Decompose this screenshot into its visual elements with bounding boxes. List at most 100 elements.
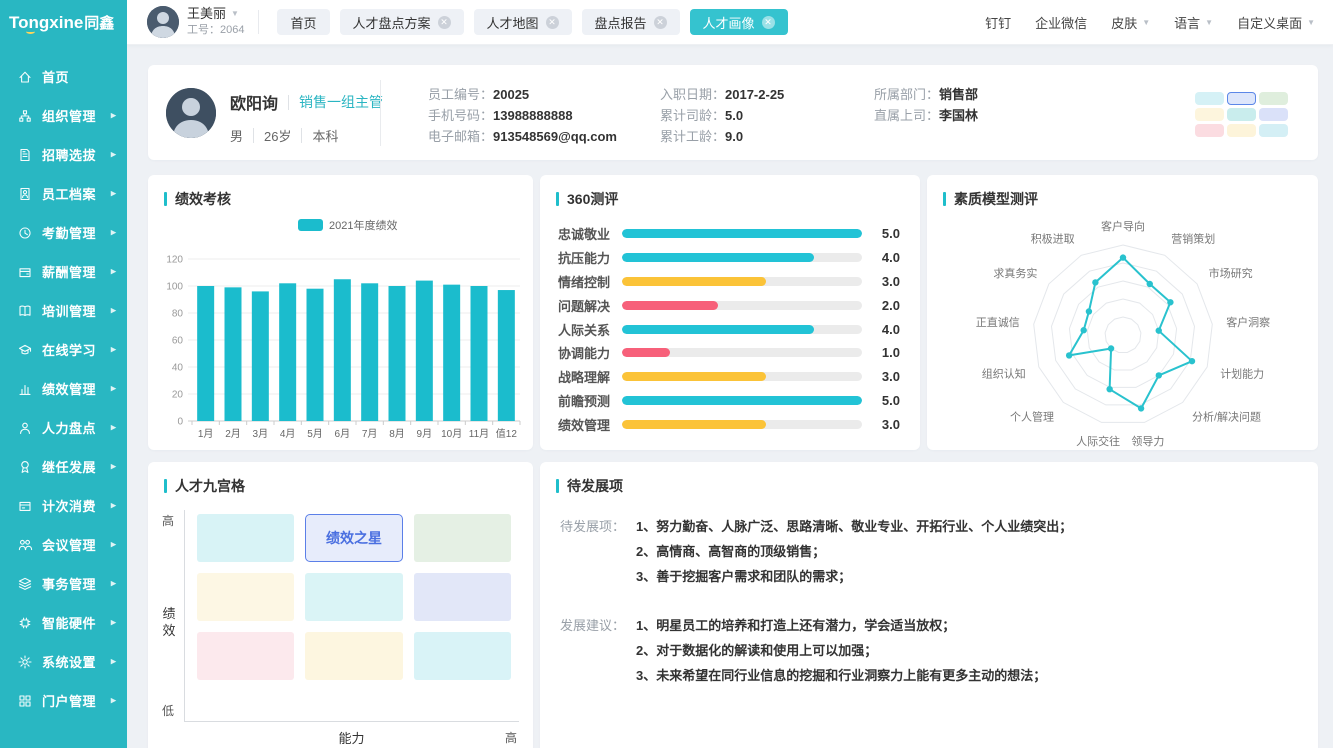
chevron-right-icon: ▶ [111, 657, 117, 666]
review-360-label: 绩效管理 [558, 415, 618, 434]
topbar-menu-皮肤[interactable]: 皮肤▼ [1111, 13, 1150, 32]
topbar-right-menu: 钉钉 企业微信 皮肤▼ 语言▼ 自定义桌面▼ [985, 13, 1315, 32]
sidebar-item-label: 组织管理 [42, 106, 96, 125]
close-icon[interactable]: ✕ [438, 16, 451, 29]
tab-首页[interactable]: 首页 [277, 9, 329, 35]
performance-bar-chart: 2021年度绩效0204060801001201月2月3月4月5月6月7月8月9… [148, 209, 533, 449]
tab-label: 盘点报告 [595, 13, 647, 32]
sidebar-item-label: 首页 [42, 67, 69, 86]
tab-人才地图[interactable]: 人才地图✕ [474, 9, 572, 35]
sidebar-item-hardware[interactable]: 智能硬件▶ [0, 603, 127, 642]
svg-text:3月: 3月 [253, 428, 269, 440]
employee-field: 电子邮箱：913548569@qq.com [428, 130, 617, 144]
mini-grid-cell [1195, 92, 1224, 105]
sidebar-item-label: 门户管理 [42, 691, 96, 710]
development-section: 待发展项：1、努力勤奋、人脉广泛、思路清晰、敬业专业、开拓行业、个人业绩突出；2… [560, 514, 1294, 589]
sidebar-item-affairs[interactable]: 事务管理▶ [0, 564, 127, 603]
tab-盘点报告[interactable]: 盘点报告 ✕ [582, 9, 680, 35]
sidebar-item-consume[interactable]: 计次消费▶ [0, 486, 127, 525]
sidebar-item-org[interactable]: 组织管理▶ [0, 96, 127, 135]
review-360-list: 忠诚敬业5.0抗压能力4.0情绪控制3.0问题解决2.0人际关系4.0 协调能力 1… [540, 209, 920, 436]
user-employee-no: 工号：2064 [187, 23, 244, 37]
topbar-menu-自定义桌面[interactable]: 自定义桌面▼ [1237, 13, 1315, 32]
review-360-track [622, 253, 862, 262]
employee-field: 所属部门：销售部 [874, 88, 978, 102]
sidebar-item-elearn[interactable]: 在线学习▶ [0, 330, 127, 369]
competency-card-title: 素质模型测评 [954, 189, 1038, 209]
review-360-label: 战略理解 [558, 367, 618, 386]
review-360-track [622, 396, 862, 405]
sidebar-item-label: 绩效管理 [42, 379, 96, 398]
review-360-bar [622, 253, 814, 262]
topbar-divider [258, 10, 259, 34]
topbar-menu-钉钉[interactable]: 钉钉 [985, 13, 1011, 32]
sidebar-item-settings[interactable]: 系统设置▶ [0, 642, 127, 681]
sidebar-item-salary[interactable]: 薪酬管理▶ [0, 252, 127, 291]
user-menu[interactable]: 王美丽 ▼ 工号：2064 [147, 6, 244, 38]
review-360-row: 情绪控制3.0 [558, 270, 900, 294]
review-360-value: 1.0 [874, 345, 900, 360]
mini-grid-cell [1227, 108, 1256, 121]
close-icon[interactable]: ✕ [654, 16, 667, 29]
topbar-menu-语言[interactable]: 语言▼ [1174, 13, 1213, 32]
development-section-lines: 1、明星员工的培养和打造上还有潜力，学会适当放权；2、对于数据化的解读和使用上可… [636, 613, 1046, 688]
review-360-card: 360测评 忠诚敬业5.0抗压能力4.0情绪控制3.0问题解决2.0人际关系4.… [540, 175, 920, 450]
review-360-value: 3.0 [874, 274, 900, 289]
review-360-row: 忠诚敬业5.0 [558, 222, 900, 246]
employee-education: 本科 [312, 126, 338, 145]
sidebar-item-succession[interactable]: 继任发展▶ [0, 447, 127, 486]
review-360-value: 5.0 [874, 226, 900, 241]
chevron-right-icon: ▶ [111, 384, 117, 393]
salary-icon [17, 264, 33, 280]
employee-info-col-1: 员工编号：20025手机号码：13988888888电子邮箱：913548569… [428, 88, 617, 144]
sidebar-item-home[interactable]: 首页 [0, 57, 127, 96]
tab-label: 首页 [290, 13, 316, 32]
review-360-label: 抗压能力 [558, 248, 618, 267]
svg-text:6月: 6月 [335, 428, 351, 440]
sidebar-item-portal[interactable]: 门户管理▶ [0, 681, 127, 720]
sidebar-item-meeting[interactable]: 会议管理▶ [0, 525, 127, 564]
performance-card: 绩效考核 2021年度绩效0204060801001201月2月3月4月5月6月… [148, 175, 533, 450]
sidebar-item-recruit[interactable]: 招聘选拔▶ [0, 135, 127, 174]
brand-logo[interactable]: Tongxine同鑫 [0, 0, 127, 45]
nine-grid-cell [414, 514, 511, 562]
nine-grid-y-axis-label: 绩效 [162, 605, 176, 639]
radar-axis-label: 人际交往 [1076, 434, 1120, 448]
review-360-row: 人际关系4.0 [558, 317, 900, 341]
sidebar-item-label: 薪酬管理 [42, 262, 96, 281]
sidebar-item-label: 招聘选拔 [42, 145, 96, 164]
tab-人才盘点方案[interactable]: 人才盘点方案✕ [340, 9, 464, 35]
radar-axis-label: 营销策划 [1171, 232, 1215, 246]
tab-人才画像[interactable]: 人才画像 ✕ [690, 9, 788, 35]
sidebar-item-performance[interactable]: 绩效管理 ▶ [0, 369, 127, 408]
bar-6月 [334, 279, 351, 421]
development-section-label: 待发展项： [560, 514, 636, 589]
close-icon[interactable]: ✕ [762, 16, 775, 29]
close-icon[interactable]: ✕ [546, 16, 559, 29]
employee-field: 员工编号：20025 [428, 88, 617, 102]
employee-basics: 男 26岁 本科 [230, 126, 383, 145]
tab-label: 人才画像 [703, 13, 755, 32]
review-360-value: 2.0 [874, 298, 900, 313]
chevron-down-icon: ▼ [1205, 18, 1213, 27]
sidebar-item-archive[interactable]: 员工档案▶ [0, 174, 127, 213]
review-360-bar [622, 348, 670, 357]
bar-2月 [225, 287, 242, 421]
user-avatar [147, 6, 179, 38]
development-card-title: 待发展项 [567, 476, 623, 496]
review-360-row: 抗压能力4.0 [558, 246, 900, 270]
sidebar-item-training[interactable]: 培训管理▶ [0, 291, 127, 330]
development-section-label: 发展建议： [560, 613, 636, 688]
bar-11月 [471, 286, 488, 421]
review-360-label: 人际关系 [558, 320, 618, 339]
topbar-menu-企业微信[interactable]: 企业微信 [1035, 13, 1087, 32]
sidebar-item-attendance[interactable]: 考勤管理▶ [0, 213, 127, 252]
chevron-right-icon: ▶ [111, 501, 117, 510]
review-360-track [622, 277, 862, 286]
nine-grid-highlight-label: 绩效之星 [326, 528, 382, 548]
employee-position[interactable]: 销售一组主管 [299, 92, 383, 112]
review-360-row: 问题解决2.0 [558, 293, 900, 317]
review-360-label: 协调能力 [558, 343, 618, 362]
sidebar-item-hr[interactable]: 人力盘点▶ [0, 408, 127, 447]
home-icon [17, 69, 33, 85]
